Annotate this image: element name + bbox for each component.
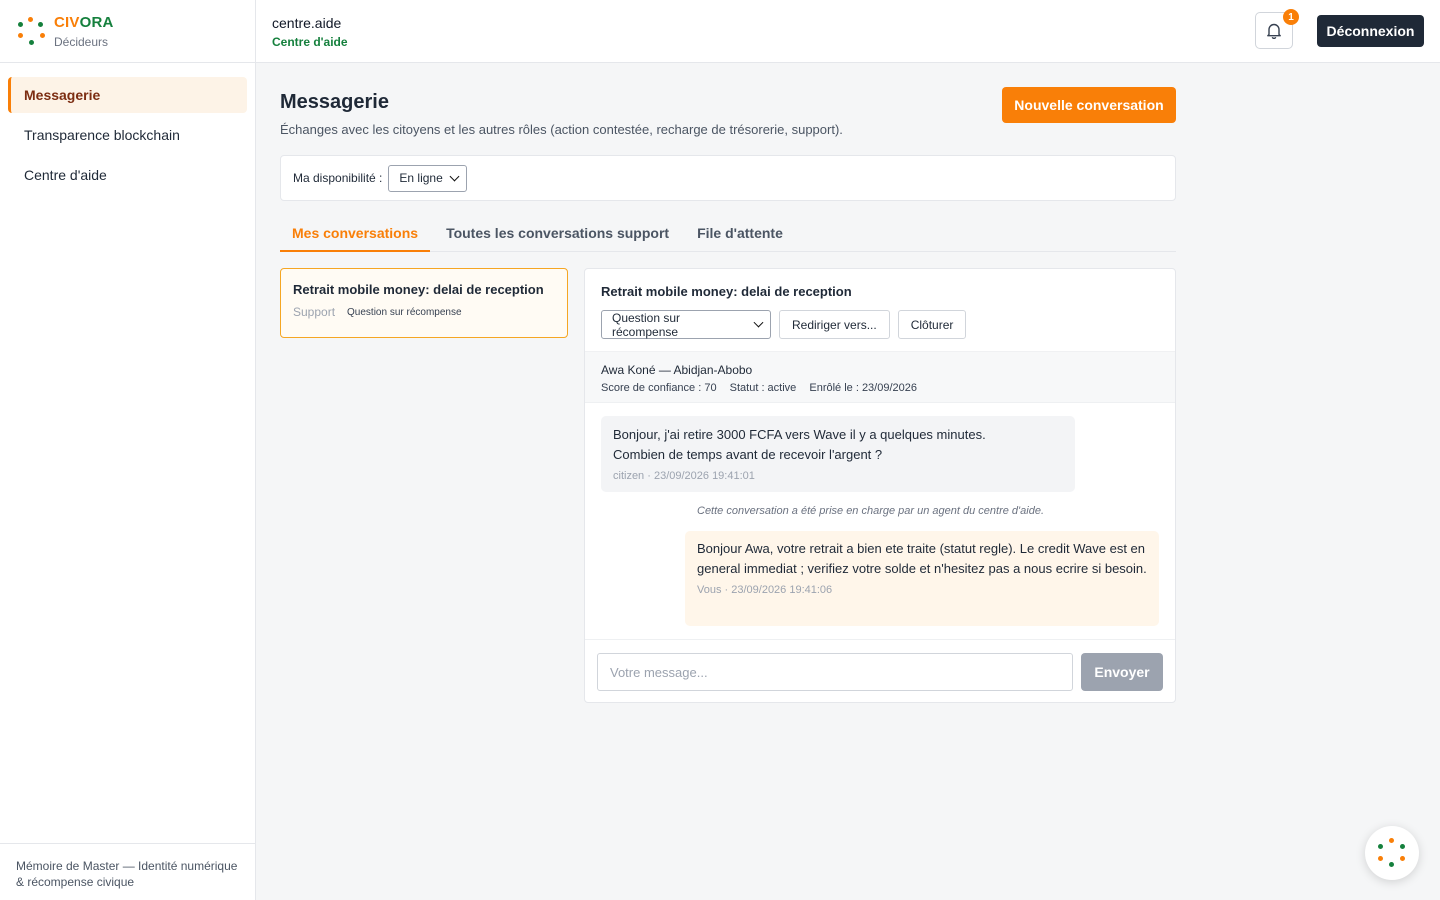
- sidebar-item-messagerie[interactable]: Messagerie: [8, 77, 247, 113]
- chevron-down-icon: [753, 317, 764, 328]
- conversation-list-item[interactable]: Retrait mobile money: delai de reception…: [280, 268, 568, 338]
- user-block: centre.aide Centre d'aide: [272, 15, 348, 49]
- logout-button[interactable]: Déconnexion: [1317, 15, 1424, 47]
- help-chat-fab[interactable]: [1365, 826, 1419, 880]
- redirect-button[interactable]: Rediriger vers...: [779, 310, 890, 339]
- category-select[interactable]: Question sur récompense: [601, 310, 771, 339]
- sidebar: CIVORA Décideurs Messagerie Transparence…: [0, 0, 256, 900]
- sidebar-footer: Mémoire de Master — Identité numérique &…: [0, 843, 256, 900]
- citizen-enrolled: Enrôlé le : 23/09/2026: [809, 382, 917, 394]
- page-description: Échanges avec les citoyens et les autres…: [280, 122, 843, 137]
- conversation-title: Retrait mobile money: delai de reception: [293, 282, 544, 297]
- civora-logo-icon: [16, 16, 46, 46]
- chat-actions: Question sur récompense Rediriger vers..…: [601, 310, 967, 339]
- message-input[interactable]: [597, 653, 1073, 691]
- message-text: Bonjour Awa, votre retrait a bien ete tr…: [697, 541, 1147, 576]
- conversation-category: Question sur récompense: [347, 306, 462, 318]
- topbar: centre.aide Centre d'aide 1 Déconnexion: [256, 0, 1440, 63]
- availability-card: Ma disponibilité : En ligne: [280, 155, 1176, 201]
- sidebar-item-centre-aide[interactable]: Centre d'aide: [8, 157, 247, 193]
- chat-title: Retrait mobile money: delai de reception: [601, 284, 852, 299]
- system-note: Cette conversation a été prise en charge…: [697, 505, 1044, 517]
- brand-subtitle: Décideurs: [54, 34, 109, 49]
- message-meta: Vous · 23/09/2026 19:41:06: [697, 584, 833, 596]
- message-composer: Envoyer: [585, 639, 1175, 703]
- conversation-tabs: Mes conversations Toutes les conversatio…: [280, 221, 1176, 252]
- message-outgoing: Bonjour Awa, votre retrait a bien ete tr…: [685, 531, 1159, 626]
- chevron-down-icon: [449, 171, 460, 181]
- availability-label: Ma disponibilité :: [293, 171, 383, 185]
- tab-file-attente[interactable]: File d'attente: [685, 221, 795, 252]
- message-text: Bonjour, j'ai retire 3000 FCFA vers Wave…: [613, 427, 986, 462]
- user-role: Centre d'aide: [272, 35, 348, 49]
- close-conversation-button[interactable]: Clôturer: [897, 310, 967, 339]
- citizen-name: Awa Koné — Abidjan-Abobo: [601, 363, 753, 377]
- citizen-score: Score de confiance : 70: [601, 382, 717, 394]
- username: centre.aide: [272, 15, 342, 31]
- sidebar-item-transparence-blockchain[interactable]: Transparence blockchain: [8, 117, 247, 153]
- availability-select[interactable]: En ligne: [388, 164, 467, 192]
- brand-name: CIVORA: [54, 13, 114, 31]
- tab-toutes-conversations-support[interactable]: Toutes les conversations support: [434, 221, 681, 252]
- chat-panel: Retrait mobile money: delai de reception…: [584, 268, 1176, 703]
- civora-logo-icon: [1377, 838, 1407, 868]
- citizen-info: Awa Koné — Abidjan-Abobo Score de confia…: [585, 351, 1175, 403]
- notification-badge: 1: [1283, 9, 1299, 25]
- send-button[interactable]: Envoyer: [1081, 653, 1163, 691]
- conversation-type: Support: [293, 305, 336, 319]
- notifications-button[interactable]: 1: [1255, 9, 1299, 49]
- tab-mes-conversations[interactable]: Mes conversations: [280, 221, 431, 252]
- message-meta: citizen · 23/09/2026 19:41:01: [613, 470, 755, 482]
- citizen-status: Statut : active: [729, 382, 797, 394]
- citizen-stats: Score de confiance : 70 Statut : active …: [601, 382, 1159, 394]
- bell-icon: [1267, 23, 1281, 39]
- sidebar-nav: Messagerie Transparence blockchain Centr…: [0, 63, 255, 211]
- brand: CIVORA Décideurs: [0, 0, 255, 63]
- message-incoming: Bonjour, j'ai retire 3000 FCFA vers Wave…: [601, 416, 1075, 492]
- page-title: Messagerie: [280, 91, 389, 113]
- new-conversation-button[interactable]: Nouvelle conversation: [1002, 87, 1176, 123]
